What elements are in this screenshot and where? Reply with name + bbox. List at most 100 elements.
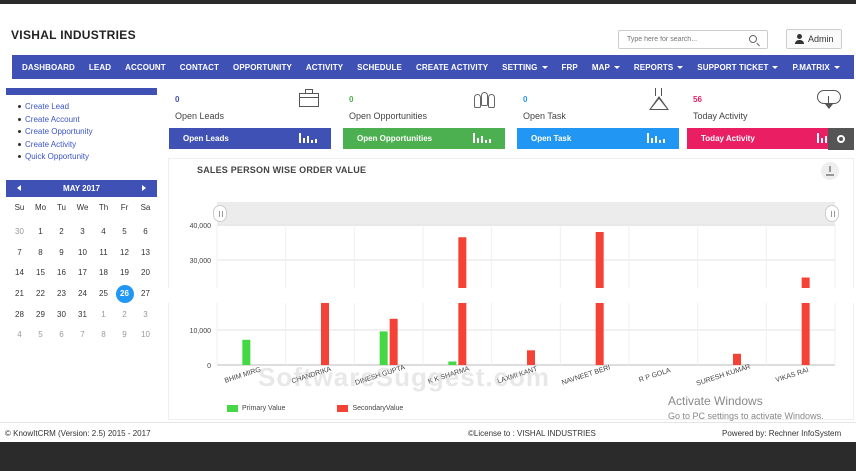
calendar-day[interactable]: 3 — [135, 305, 156, 326]
calendar-day[interactable]: 9 — [114, 325, 135, 346]
calendar-day[interactable]: 12 — [114, 243, 135, 264]
y-tick-label: 10,000 — [190, 328, 212, 335]
calendar-day[interactable]: 15 — [30, 263, 51, 284]
calendar-weekdays: Su Mo Tu We Th Fr Sa — [9, 203, 157, 212]
calendar-day[interactable]: 14 — [9, 263, 30, 284]
calendar-day-number: 3 — [143, 309, 148, 319]
calendar-day[interactable]: 24 — [72, 284, 93, 305]
calendar-day-number: 27 — [141, 289, 150, 299]
calendar-week: 4 5 6 7 8 9 10 — [9, 325, 157, 346]
calendar-day-number: 23 — [57, 289, 66, 299]
search-box[interactable] — [618, 30, 768, 49]
stat-count: 56 — [693, 95, 702, 104]
bar-chart-icon — [647, 133, 667, 143]
footer-powered-by: Powered by: Rechner InfoSystem — [722, 429, 842, 438]
search-input[interactable] — [627, 33, 747, 46]
calendar-day[interactable]: 13 — [135, 243, 156, 264]
calendar-day[interactable]: 17 — [72, 263, 93, 284]
calendar-day-number: 21 — [15, 289, 24, 299]
calendar-day[interactable]: 22 — [30, 284, 51, 305]
calendar-day[interactable]: 6 — [51, 325, 72, 346]
next-month-icon[interactable] — [142, 185, 146, 191]
settings-toggle-button[interactable] — [828, 128, 854, 150]
calendar-day[interactable]: 5 — [30, 325, 51, 346]
calendar-header: MAY 2017 — [6, 180, 157, 197]
calendar-day[interactable]: 1 — [30, 222, 51, 243]
calendar-day[interactable]: 7 — [9, 243, 30, 264]
stat-button[interactable]: Open Opportunities — [343, 128, 505, 149]
calendar-day[interactable]: 3 — [72, 222, 93, 243]
calendar-day-number: 5 — [122, 227, 127, 236]
calendar-day[interactable]: 30 — [51, 305, 72, 326]
stat-button[interactable]: Today Activity — [687, 128, 849, 149]
calendar-day[interactable]: 31 — [72, 305, 93, 326]
calendar-day[interactable]: 4 — [93, 222, 114, 243]
calendar-day[interactable]: 4 — [9, 325, 30, 346]
calendar-day[interactable]: 28 — [9, 305, 30, 326]
calendar-day[interactable]: 21 — [9, 284, 30, 305]
stat-card-open-task: 0 Open Task Open Task — [517, 88, 679, 150]
nav-item-lead[interactable]: LEAD — [89, 63, 111, 72]
calendar-day[interactable]: 27 — [135, 284, 156, 305]
calendar-day-number: 2 — [59, 227, 64, 236]
nav-item-frp[interactable]: FRP — [562, 63, 578, 72]
quick-link-create-lead[interactable]: Create Lead — [18, 102, 93, 115]
legend-item[interactable]: Primary Value — [227, 405, 285, 412]
quick-link-create-activity[interactable]: Create Activity — [18, 140, 93, 153]
activate-windows-notice: Activate Windows Go to PC settings to ac… — [668, 394, 824, 421]
caret-down-icon — [677, 65, 684, 69]
nav-item-schedule[interactable]: SCHEDULE — [357, 63, 402, 72]
nav-item-map[interactable]: MAP — [592, 63, 620, 72]
calendar-day[interactable]: 2 — [51, 222, 72, 243]
nav-item-p-matrix[interactable]: P.MATRIX — [792, 63, 840, 72]
nav-item-opportunity[interactable]: OPPORTUNITY — [233, 63, 292, 72]
weekday-label: Mo — [34, 203, 47, 212]
nav-item-contact[interactable]: CONTACT — [180, 63, 219, 72]
nav-item-label: CREATE ACTIVITY — [415, 62, 489, 72]
nav-item-label: ACCOUNT — [125, 62, 166, 72]
search-icon[interactable] — [749, 35, 757, 43]
calendar-day[interactable]: 8 — [93, 325, 114, 346]
nav-item-reports[interactable]: REPORTS — [634, 63, 684, 72]
calendar-day[interactable]: 9 — [51, 243, 72, 264]
stat-button[interactable]: Open Task — [517, 128, 679, 149]
quick-link-create-account[interactable]: Create Account — [18, 115, 93, 128]
calendar-day[interactable]: 25 — [93, 284, 114, 305]
calendar-day[interactable]: 10 — [135, 325, 156, 346]
calendar-day[interactable]: 20 — [135, 263, 156, 284]
user-icon — [795, 34, 804, 44]
calendar-day[interactable]: 7 — [72, 325, 93, 346]
flask-icon — [647, 88, 671, 110]
calendar-day[interactable]: 26 — [114, 284, 135, 305]
stat-button[interactable]: Open Leads — [169, 128, 331, 149]
nav-item-setting[interactable]: SETTING — [502, 63, 548, 72]
nav-item-activity[interactable]: ACTIVITY — [306, 63, 343, 72]
calendar-day[interactable]: 23 — [51, 284, 72, 305]
calendar-day[interactable]: 10 — [72, 243, 93, 264]
calendar-day[interactable]: 8 — [30, 243, 51, 264]
calendar-day-number: 19 — [120, 268, 129, 278]
admin-button[interactable]: Admin — [786, 29, 842, 49]
calendar-day[interactable]: 5 — [114, 222, 135, 243]
calendar-day[interactable]: 11 — [93, 243, 114, 264]
calendar-day-number: 6 — [59, 330, 64, 340]
calendar-day-number: 26 — [115, 285, 134, 304]
calendar-day[interactable]: 30 — [9, 222, 30, 243]
nav-item-account[interactable]: ACCOUNT — [125, 63, 166, 72]
calendar-day[interactable]: 16 — [51, 263, 72, 284]
calendar-day[interactable]: 2 — [114, 305, 135, 326]
stat-count: 0 — [175, 95, 180, 104]
quick-link-create-opportunity[interactable]: Create Opportunity — [18, 127, 93, 140]
nav-item-support-ticket[interactable]: SUPPORT TICKET — [697, 63, 779, 72]
nav-item-dashboard[interactable]: DASHBOARD — [22, 63, 75, 72]
calendar-day[interactable]: 18 — [93, 263, 114, 284]
calendar-week: 28 29 30 31 1 2 3 — [9, 305, 157, 326]
quick-link-quick-opportunity[interactable]: Quick Opportunity — [18, 152, 93, 165]
calendar-day-number: 13 — [141, 247, 150, 257]
nav-item-create-activity[interactable]: CREATE ACTIVITY — [416, 63, 488, 72]
calendar-day[interactable]: 29 — [30, 305, 51, 326]
calendar-day[interactable]: 6 — [135, 222, 156, 243]
calendar-day[interactable]: 1 — [93, 305, 114, 326]
calendar-day[interactable]: 19 — [114, 263, 135, 284]
legend-item[interactable]: SecondaryValue — [337, 405, 403, 412]
